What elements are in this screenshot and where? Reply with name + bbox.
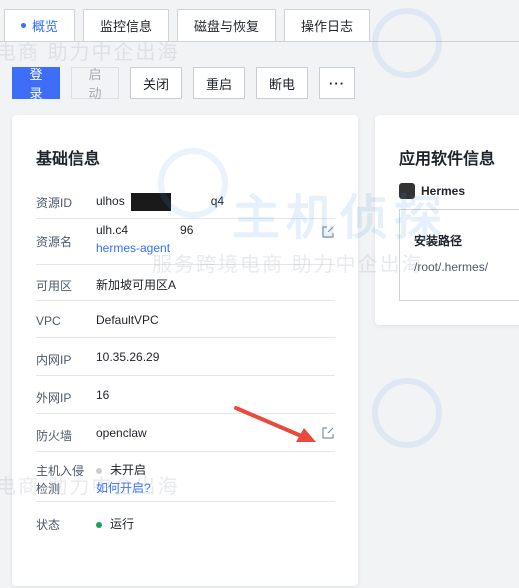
- tab-operation-log[interactable]: 操作日志: [284, 9, 371, 41]
- resource-id-prefix: ulhos: [96, 194, 125, 209]
- row-private-ip: 内网IP 10.35.26.29: [36, 338, 335, 376]
- app-info-title: 应用软件信息: [399, 151, 496, 168]
- restart-button[interactable]: 重启: [193, 67, 246, 99]
- edit-resource-name-icon[interactable]: [321, 225, 335, 239]
- resource-name-prefix: ulh.c4: [96, 223, 129, 237]
- poweroff-button[interactable]: 断电: [256, 67, 309, 99]
- tab-disk-recovery[interactable]: 磁盘与恢复: [177, 9, 277, 41]
- zone-value: 新加坡可用区A: [96, 278, 177, 292]
- tab-label: 概览: [32, 19, 59, 34]
- firewall-value: openclaw: [96, 426, 147, 440]
- zone-label: 可用区: [36, 279, 73, 293]
- stop-button[interactable]: 关闭: [130, 67, 183, 99]
- red-arrow-annotation-icon: [234, 406, 316, 442]
- status-label: 状态: [36, 518, 61, 532]
- resource-id-label: 资源ID: [36, 196, 73, 210]
- tab-bar: 概览 监控信息 磁盘与恢复 操作日志: [4, 9, 371, 41]
- redacted-block: [130, 193, 171, 211]
- tab-label: 操作日志: [301, 19, 354, 34]
- intrusion-status-text: 未开启: [110, 463, 147, 477]
- vpc-value: DefaultVPC: [96, 313, 159, 327]
- intrusion-how-to-enable-link[interactable]: 如何开启?: [96, 479, 151, 496]
- row-resource-id: 资源ID ulhos q4: [36, 185, 335, 219]
- status-running-dot-icon: [96, 521, 102, 528]
- row-intrusion-detection: 主机入侵 检测 未开启 如何开启?: [36, 452, 335, 502]
- tab-label: 监控信息: [100, 19, 153, 34]
- active-dot-icon: [21, 23, 26, 28]
- tab-bar-divider: [0, 41, 519, 42]
- more-actions-button[interactable]: ···: [319, 67, 356, 99]
- intrusion-label-line1: 主机入侵: [36, 464, 85, 478]
- row-vpc: VPC DefaultVPC: [36, 301, 335, 338]
- tab-overview[interactable]: 概览: [4, 9, 76, 41]
- firewall-label: 防火墙: [36, 429, 73, 443]
- public-ip-value: 16: [96, 388, 110, 402]
- basic-info-card: 基础信息 资源ID ulhos q4 资源名 ulh.c4 96 hermes-ag…: [12, 115, 358, 586]
- row-zone: 可用区 新加坡可用区A: [36, 265, 335, 301]
- row-resource-name: 资源名 ulh.c4 96 hermes-agent: [36, 219, 335, 265]
- app-info-card: 应用软件信息 Hermes 安装路径 /root/.hermes/: [375, 115, 519, 325]
- install-path-value: /root/.hermes/: [414, 260, 489, 274]
- install-path-box: 安装路径 /root/.hermes/: [399, 209, 519, 301]
- intrusion-status: 未开启: [96, 461, 146, 478]
- status-off-dot-icon: [96, 467, 102, 474]
- action-toolbar: 登录 启动 关闭 重启 断电 ···: [12, 67, 356, 101]
- row-status: 状态 运行: [36, 502, 335, 538]
- start-button[interactable]: 启动: [71, 67, 119, 101]
- tab-monitoring[interactable]: 监控信息: [83, 9, 170, 41]
- vpc-label: VPC: [36, 314, 61, 328]
- resource-name-suffix: 96: [180, 223, 194, 237]
- resource-name-link[interactable]: hermes-agent: [96, 241, 170, 255]
- app-item-hermes[interactable]: Hermes: [399, 183, 465, 199]
- resource-name-label: 资源名: [36, 235, 73, 249]
- public-ip-label: 外网IP: [36, 391, 72, 405]
- install-path-label: 安装路径: [414, 234, 463, 248]
- basic-info-list: 资源ID ulhos q4 资源名 ulh.c4 96 hermes-agent 可…: [36, 185, 335, 538]
- status-text: 运行: [110, 517, 135, 531]
- tab-label: 磁盘与恢复: [194, 19, 260, 34]
- resource-name-value: ulh.c4 96: [96, 223, 193, 237]
- app-name: Hermes: [421, 184, 466, 198]
- status-value: 运行: [96, 515, 134, 532]
- watermark-logo-icon: [372, 378, 442, 448]
- login-button[interactable]: 登录: [12, 67, 60, 101]
- hermes-avatar-icon: [399, 183, 415, 199]
- basic-info-title: 基础信息: [36, 151, 101, 168]
- edit-firewall-icon[interactable]: [321, 426, 335, 440]
- private-ip-label: 内网IP: [36, 353, 72, 367]
- intrusion-label-line2: 检测: [36, 482, 61, 496]
- private-ip-value: 10.35.26.29: [96, 350, 160, 364]
- resource-id-suffix: q4: [210, 194, 225, 209]
- watermark-logo-icon: [372, 8, 442, 78]
- resource-id-value[interactable]: ulhos q4: [96, 193, 224, 211]
